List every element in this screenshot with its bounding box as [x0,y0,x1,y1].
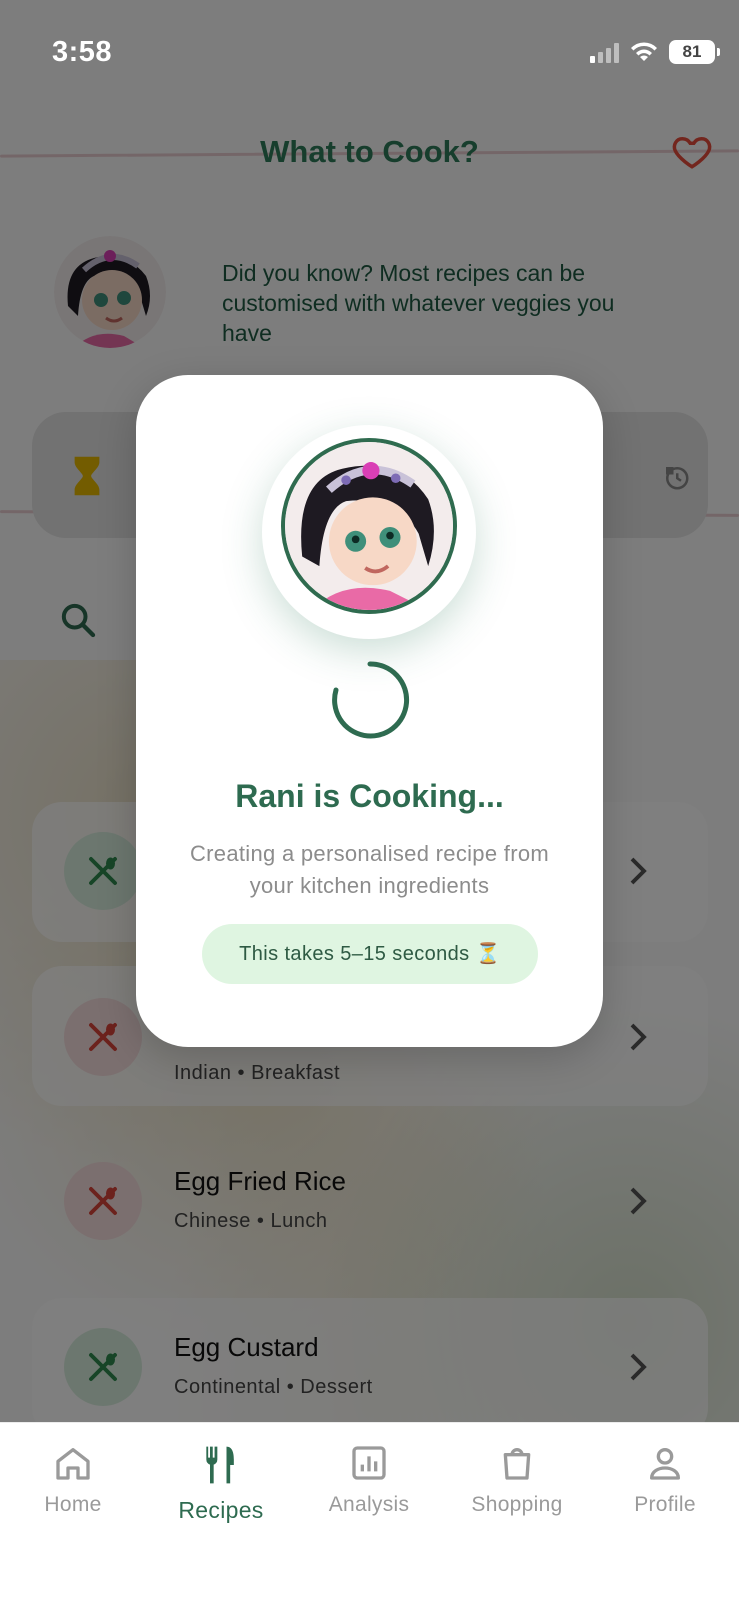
fork-knife-icon [206,1446,234,1484]
nav-recipes[interactable]: Recipes [161,1443,281,1524]
recipes-screen: What to Cook? Did you know? Most recipes… [0,0,739,1600]
rani-avatar-large [281,438,457,614]
modal-title: Rani is Cooking... [235,778,504,814]
wifi-icon [631,42,657,61]
cellular-signal-icon [590,41,619,63]
nav-label: Analysis [328,1493,410,1516]
nav-label: Home [44,1493,102,1516]
status-indicators: 81 [590,40,720,64]
home-icon [56,1448,90,1480]
nav-label: Recipes [178,1497,264,1523]
loading-spinner [332,661,410,739]
nav-label: Profile [634,1493,696,1516]
bag-icon [503,1448,531,1480]
status-time: 3:58 [52,36,113,68]
battery-icon: 81 [669,40,720,64]
nav-profile[interactable]: Profile [605,1443,725,1517]
nav-home[interactable]: Home [13,1443,133,1517]
person-icon [650,1448,680,1480]
chart-icon [352,1446,386,1480]
bottom-navigation: Home Recipes Analysis Shopping Profile [0,1422,739,1600]
duration-pill: This takes 5–15 seconds ⏳ [202,924,538,984]
modal-subtitle: Creating a personalised recipe from your… [189,841,549,898]
nav-analysis[interactable]: Analysis [309,1443,429,1517]
nav-shopping[interactable]: Shopping [457,1443,577,1517]
nav-label: Shopping [471,1493,563,1516]
